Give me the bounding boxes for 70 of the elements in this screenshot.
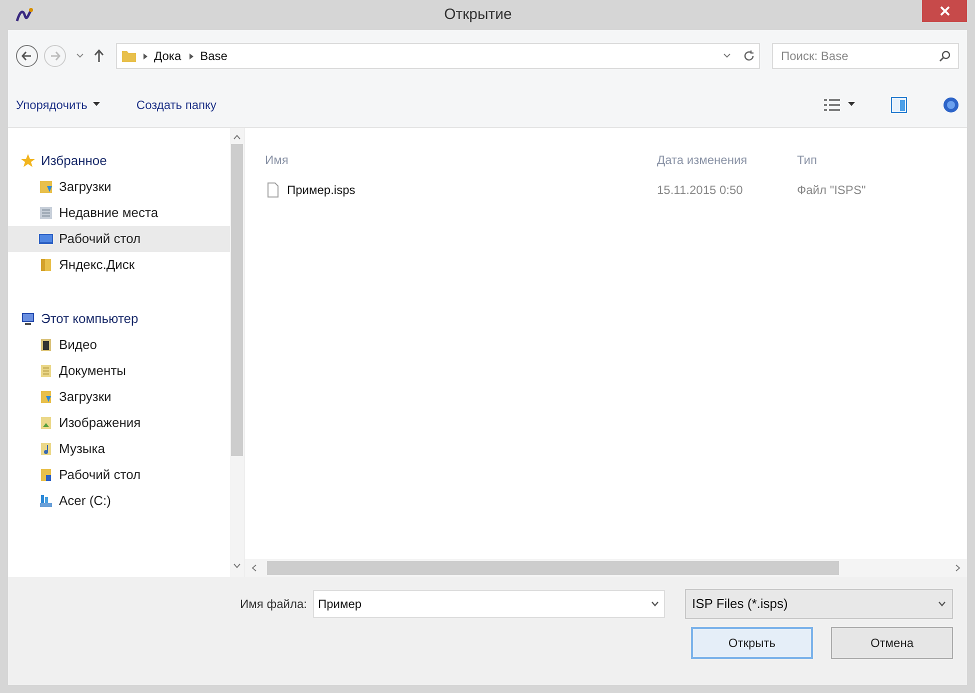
file-type: Файл "ISPS" [797,182,867,199]
dialog-button[interactable]: Отмена [831,627,953,659]
star-icon [20,153,36,169]
caret-icon[interactable] [848,102,855,107]
back-button[interactable] [16,45,38,67]
recent-places-icon [38,205,54,221]
scrollbar-thumb[interactable] [267,561,839,575]
scroll-right-icon[interactable] [955,564,961,572]
sidebar-item[interactable]: Загрузки [8,384,230,410]
sidebar-item[interactable]: Документы [8,358,230,384]
sidebar-item[interactable]: Видео [8,332,230,358]
horizontal-scrollbar[interactable] [245,559,967,577]
file-date: 15.11.2015 0:50 [657,182,744,199]
organize-button[interactable]: Упорядочить [16,96,100,114]
file-icon [265,182,281,198]
breadcrumb-item[interactable]: Дока [154,47,182,65]
sidebar-item[interactable]: Рабочий стол [8,462,230,488]
desktop-icon [38,231,54,247]
dropdown-caret-icon [938,601,946,607]
breadcrumb-arrow-icon[interactable] [189,52,194,60]
sidebar-item[interactable]: Изображения [8,410,230,436]
file-row[interactable]: Пример.isps 15.11.2015 0:50 Файл "ISPS" [245,176,967,204]
scroll-left-icon[interactable] [251,564,257,572]
sidebar-item[interactable]: Acer (C:) [8,488,230,514]
scroll-down-icon[interactable] [233,563,241,569]
file-type-dropdown[interactable]: ISP Files (*.isps) [685,589,953,619]
sidebar-item[interactable]: Рабочий стол [8,226,230,252]
dialog-button[interactable]: Открыть [691,627,813,659]
window-title: Открытие [443,4,513,25]
file-name-field[interactable]: Пример [313,590,665,618]
video-folder-icon [38,337,54,353]
dropdown-caret-icon[interactable] [651,601,659,607]
desktop-folder-icon [38,467,54,483]
file-name-label: Имя файла: [240,596,307,613]
preview-pane-icon[interactable] [891,96,907,112]
close-button[interactable] [922,0,967,22]
new-folder-button[interactable]: Создать папку [136,96,216,114]
sidebar-group-label[interactable]: Избранное [41,151,107,171]
app-icon [14,6,34,24]
music-folder-icon [38,441,54,457]
sidebar-item[interactable]: Недавние места [8,200,230,226]
vertical-scrollbar[interactable] [230,128,244,577]
help-icon[interactable] [943,96,959,112]
sidebar-item[interactable]: Музыка [8,436,230,462]
up-arrow-icon[interactable] [94,49,104,63]
sidebar-item[interactable]: Загрузки [8,174,230,200]
address-field[interactable]: Дока Base [116,43,760,69]
close-icon [940,6,950,16]
forward-arrow-icon [49,50,61,62]
sidebar-group-label[interactable]: Этот компьютер [41,309,138,329]
pictures-folder-icon [38,415,54,431]
download-folder-icon [38,389,54,405]
breadcrumb-item[interactable]: Base [200,47,228,65]
file-name: Пример.isps [287,182,356,199]
drive-icon [38,493,54,509]
back-arrow-icon [21,50,33,62]
search-field[interactable]: Поиск: Base [772,43,959,69]
refresh-icon[interactable] [743,50,755,62]
download-folder-icon [38,179,54,195]
scrollbar-thumb[interactable] [231,144,243,456]
breadcrumb-arrow-icon[interactable] [143,52,148,60]
folder-icon [121,49,137,63]
view-list-icon[interactable] [824,98,840,110]
sidebar-item[interactable]: Яндекс.Диск [8,252,230,278]
search-icon [939,50,951,62]
caret-icon [93,102,100,107]
folder-icon [38,257,54,273]
documents-folder-icon [38,363,54,379]
scroll-up-icon[interactable] [233,134,241,140]
computer-icon [20,311,36,327]
